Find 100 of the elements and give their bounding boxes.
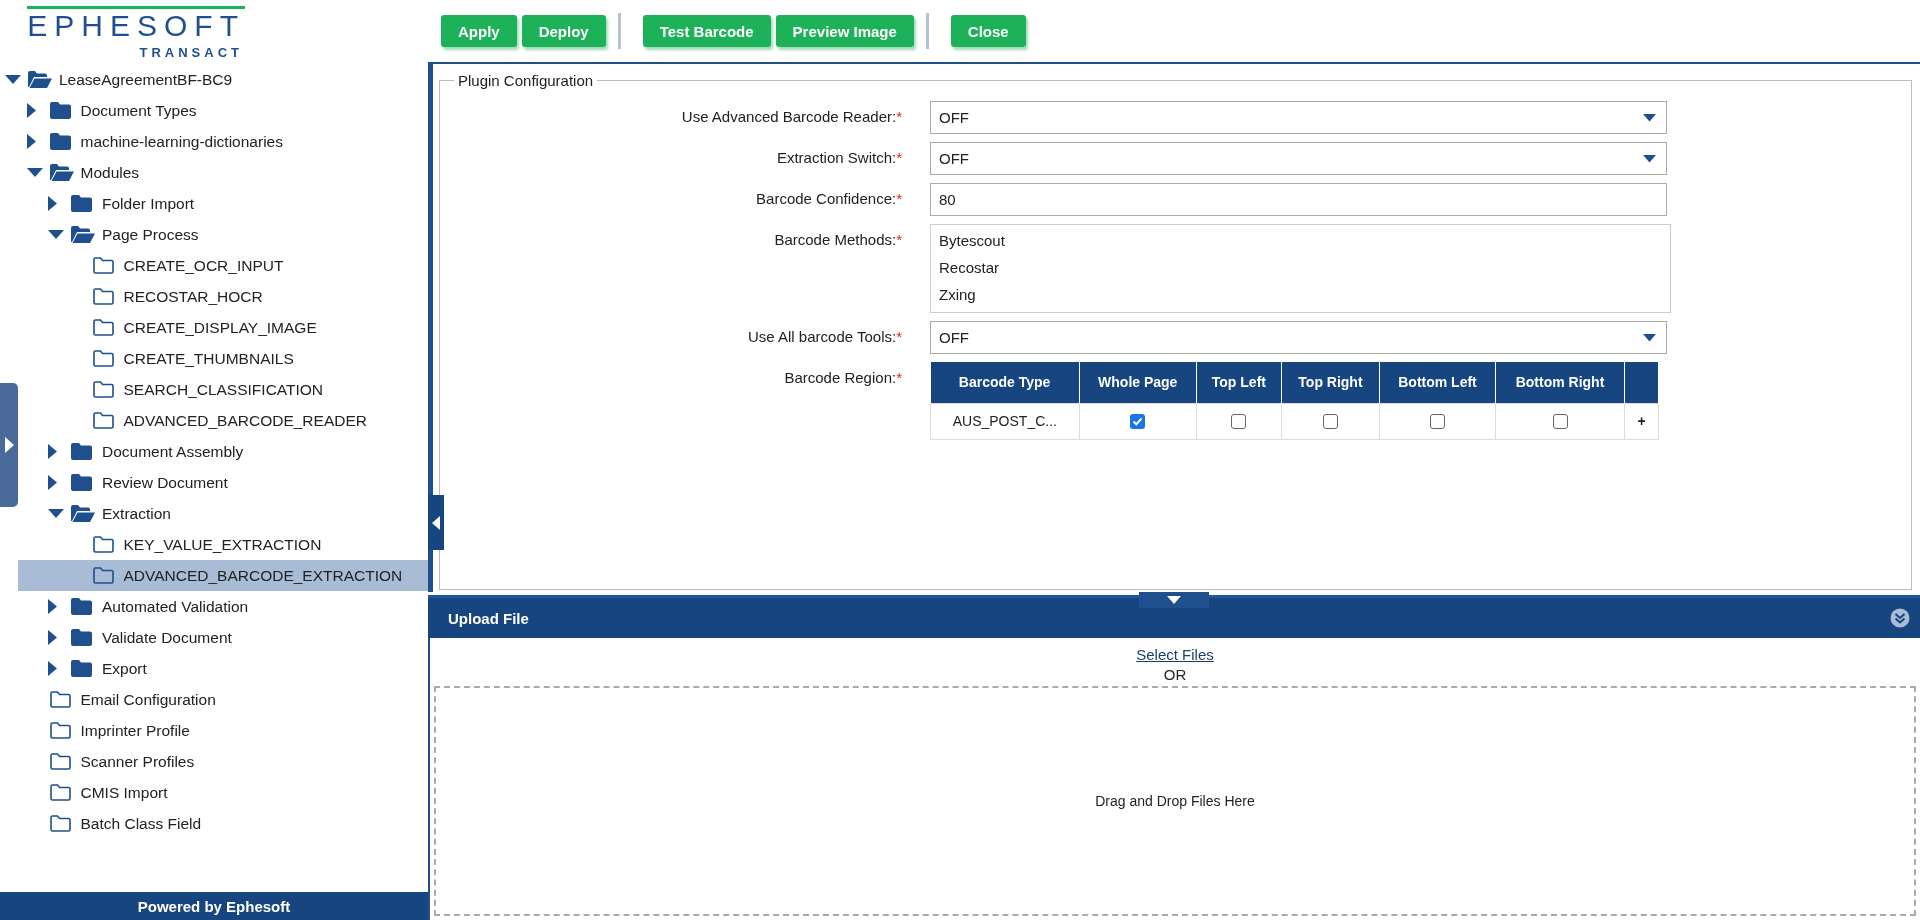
dropdown-field[interactable]: OFF [930, 142, 1667, 175]
checkbox[interactable] [1430, 414, 1445, 430]
tree-item[interactable]: Extraction [18, 498, 428, 529]
tree-item[interactable]: Review Document [18, 467, 428, 498]
checkbox[interactable] [1130, 414, 1146, 430]
folder-outline-icon [49, 691, 71, 708]
upload-title: Upload File [448, 609, 529, 627]
column-header: Top Right [1281, 362, 1380, 403]
caret-down-icon [1167, 596, 1181, 604]
tree-item[interactable]: CMIS Import [18, 777, 428, 808]
tree-item[interactable]: CREATE_DISPLAY_IMAGE [18, 312, 428, 343]
dropdown-caret-icon [1643, 154, 1656, 163]
caret-right-icon[interactable] [48, 630, 57, 645]
tree-item[interactable]: ADVANCED_BARCODE_READER [18, 405, 428, 436]
collapse-handle[interactable] [428, 495, 444, 550]
folder-outline-icon [92, 288, 114, 305]
field-label: Use All barcode Tools:* [747, 327, 902, 345]
caret-down-icon[interactable] [48, 229, 64, 240]
tree-item[interactable]: ADVANCED_BARCODE_EXTRACTION [18, 560, 428, 591]
tree-item[interactable]: Document Assembly [18, 436, 428, 467]
list-option[interactable]: Zxing [939, 281, 1670, 308]
caret-right-icon[interactable] [48, 661, 57, 676]
column-header: Top Left [1196, 362, 1282, 403]
checkbox[interactable] [1552, 414, 1568, 430]
drop-zone-text: Drag and Drop Files Here [1095, 793, 1255, 809]
tree-item[interactable]: Export [18, 653, 428, 684]
folder-outline-icon [49, 815, 71, 832]
caret-right-icon[interactable] [26, 134, 36, 149]
tree-item[interactable]: LeaseAgreementBF-BC9 [0, 64, 428, 95]
folder-icon [71, 629, 92, 646]
folder-outline-icon [92, 319, 114, 336]
dropdown-caret-icon [1643, 113, 1656, 122]
folder-outline-icon [92, 412, 114, 429]
open-folder-icon [71, 226, 95, 243]
panel-title: Plugin Configuration [457, 72, 595, 89]
list-option[interactable]: Bytescout [939, 227, 1670, 254]
tree-item[interactable]: Imprinter Profile [18, 715, 428, 746]
open-folder-icon [28, 71, 52, 88]
caret-right-icon[interactable] [48, 196, 57, 211]
tree-item[interactable]: Automated Validation [18, 591, 428, 622]
logo-tagline: TRANSACT [139, 45, 243, 60]
tree-item[interactable]: Modules [18, 157, 428, 188]
footer-text: Powered by Ephesoft [0, 892, 428, 920]
caret-down-icon[interactable] [48, 508, 64, 519]
column-header: Barcode Type [930, 362, 1080, 403]
folder-outline-icon [92, 381, 114, 398]
tree-item[interactable]: CREATE_THUMBNAILS [18, 343, 428, 374]
table-cell: AUS_POST_C... [930, 403, 1080, 439]
column-header: Bottom Left [1379, 362, 1496, 403]
folder-icon [71, 660, 92, 677]
expand-handle[interactable] [0, 383, 18, 507]
caret-right-icon[interactable] [48, 475, 57, 490]
folder-outline-icon [92, 350, 114, 367]
tree-item[interactable]: Email Configuration [18, 684, 428, 715]
folder-outline-icon [92, 257, 114, 274]
caret-down-icon[interactable] [26, 167, 43, 178]
folder-icon [71, 598, 92, 615]
open-folder-icon [49, 164, 74, 181]
dropdown-field[interactable]: OFF [930, 321, 1667, 354]
input-field[interactable]: 80 [930, 183, 1667, 216]
select-files-link[interactable]: Select Files [1136, 646, 1214, 663]
caret-right-icon[interactable] [48, 599, 57, 614]
folder-outline-icon [49, 722, 71, 739]
tree-item[interactable]: machine-learning-dictionaries [18, 126, 428, 157]
dropdown-field[interactable]: OFF [930, 101, 1667, 134]
field-label: Extraction Switch:* [775, 148, 902, 166]
column-header [1624, 362, 1659, 403]
tree-item[interactable]: Page Process [18, 219, 428, 250]
dropdown-caret-icon [1643, 333, 1656, 342]
caret-down-icon[interactable] [5, 74, 21, 85]
open-folder-icon [71, 505, 95, 522]
checkbox[interactable] [1322, 414, 1338, 430]
tree-item[interactable]: RECOSTAR_HOCR [18, 281, 428, 312]
collapse-tab[interactable] [1139, 592, 1209, 608]
tree-item[interactable]: Validate Document [18, 622, 428, 653]
tree-item[interactable]: Scanner Profiles [18, 746, 428, 777]
tree-item[interactable]: KEY_VALUE_EXTRACTION [18, 529, 428, 560]
tree-item[interactable]: Batch Class Field [18, 808, 428, 839]
add-row-button[interactable]: + [1624, 403, 1659, 439]
tree-item[interactable]: SEARCH_CLASSIFICATION [18, 374, 428, 405]
folder-icon [49, 133, 71, 150]
or-text: OR [1163, 666, 1187, 683]
tree-item[interactable]: CREATE_OCR_INPUT [18, 250, 428, 281]
column-header: Bottom Right [1495, 362, 1625, 403]
tree-item[interactable]: Folder Import [18, 188, 428, 219]
field-label: Use Advanced Barcode Reader:* [680, 107, 902, 125]
folder-outline-icon [92, 536, 114, 553]
tree-item[interactable]: Document Types [18, 95, 428, 126]
caret-left-icon [432, 515, 440, 530]
caret-right-icon[interactable] [26, 103, 36, 118]
logo-text: EPHESOFT [27, 6, 245, 43]
caret-right-icon[interactable] [48, 444, 57, 459]
folder-icon [71, 474, 92, 491]
field-label: Barcode Methods:* [773, 230, 902, 248]
folder-icon [71, 443, 92, 460]
drop-zone[interactable]: Drag and Drop Files Here [434, 686, 1916, 916]
column-header: Whole Page [1079, 362, 1197, 403]
list-option[interactable]: Recostar [939, 254, 1670, 281]
double-chevron-down-icon[interactable] [1890, 608, 1910, 628]
checkbox[interactable] [1231, 414, 1247, 430]
